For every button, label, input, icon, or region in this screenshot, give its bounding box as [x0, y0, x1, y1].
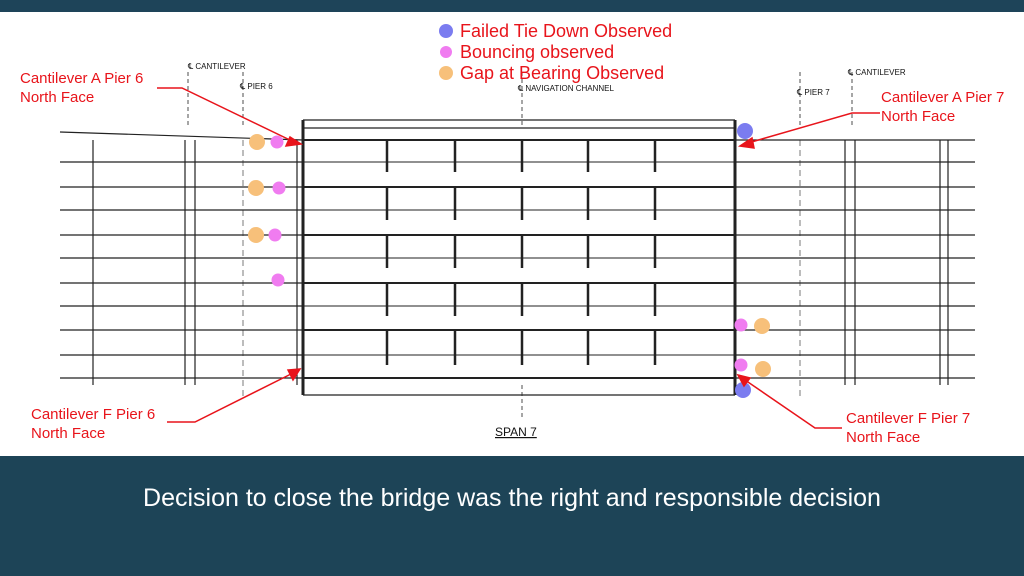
- bouncing-marker: [270, 135, 284, 149]
- legend: Failed Tie Down Observed Bouncing observ…: [439, 21, 672, 83]
- callout-f-pier6-line1: Cantilever F Pier 6: [31, 406, 155, 423]
- callout-a-pier7-line2: North Face: [881, 108, 955, 125]
- span-label: SPAN 7: [495, 425, 537, 439]
- gap-at-bearing-marker: [248, 227, 264, 243]
- caption-band: [0, 456, 1024, 576]
- callout-a-pier6-line1: Cantilever A Pier 6: [20, 70, 143, 87]
- legend-marker-gap: [439, 66, 453, 80]
- callout-a-pier6-line2: North Face: [20, 89, 94, 106]
- bouncing-marker: [268, 228, 282, 242]
- bouncing-marker: [272, 181, 286, 195]
- gap-at-bearing-marker: [754, 318, 770, 334]
- gap-at-bearing-marker: [249, 134, 265, 150]
- observation-markers: [248, 123, 771, 398]
- callout-a-pier7-line1: Cantilever A Pier 7: [881, 89, 1004, 106]
- cantilever-right-label: ℄ CANTILEVER: [847, 68, 906, 77]
- bridge-plan-diagram: ℄ CANTILEVER ℄ PIER 6 ℄ NAVIGATION CHANN…: [20, 21, 1004, 446]
- legend-gap: Gap at Bearing Observed: [460, 63, 664, 83]
- drawing-labels: ℄ CANTILEVER ℄ PIER 6 ℄ NAVIGATION CHANN…: [187, 62, 906, 439]
- callout-f-pier6-line2: North Face: [31, 425, 105, 442]
- failed-tie-down-marker: [737, 123, 753, 139]
- callout-f-pier7-line1: Cantilever F Pier 7: [846, 410, 970, 427]
- top-bar: [0, 0, 1024, 12]
- legend-failed-tie-down: Failed Tie Down Observed: [460, 21, 672, 41]
- bouncing-marker: [271, 273, 285, 287]
- bouncing-marker: [734, 318, 748, 332]
- pier7-label: ℄ PIER 7: [796, 88, 830, 97]
- callout-f-pier7-line2: North Face: [846, 429, 920, 446]
- legend-bouncing: Bouncing observed: [460, 42, 614, 62]
- slide-caption: Decision to close the bridge was the rig…: [143, 484, 881, 512]
- pier6-label: ℄ PIER 6: [239, 82, 273, 91]
- legend-marker-failed-tie-down: [439, 24, 453, 38]
- gap-at-bearing-marker: [755, 361, 771, 377]
- bouncing-marker: [734, 358, 748, 372]
- cantilever-left-label: ℄ CANTILEVER: [187, 62, 246, 71]
- nav-channel-label: ℄ NAVIGATION CHANNEL: [517, 84, 615, 93]
- legend-marker-bouncing: [440, 46, 452, 58]
- drawing-line: [59, 131, 304, 141]
- bridge-structure: [59, 72, 975, 420]
- gap-at-bearing-marker: [248, 180, 264, 196]
